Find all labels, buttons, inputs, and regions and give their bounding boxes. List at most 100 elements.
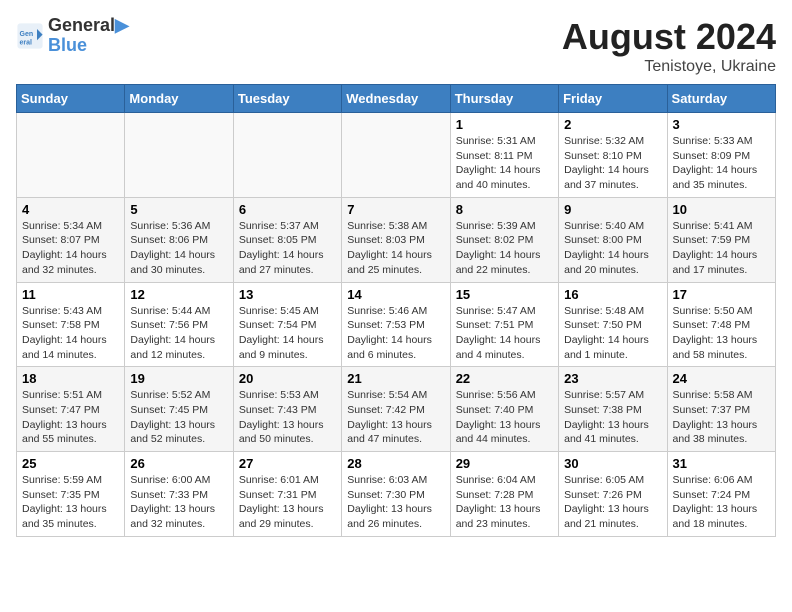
day-info: Sunrise: 6:03 AM Sunset: 7:30 PM Dayligh… [347, 473, 444, 532]
day-cell: 27 Sunrise: 6:01 AM Sunset: 7:31 PM Dayli… [233, 452, 341, 537]
day-info: Sunrise: 5:31 AM Sunset: 8:11 PM Dayligh… [456, 134, 553, 193]
day-info: Sunrise: 5:36 AM Sunset: 8:06 PM Dayligh… [130, 219, 227, 278]
day-number: 7 [347, 202, 444, 217]
day-number: 28 [347, 456, 444, 471]
day-number: 20 [239, 371, 336, 386]
day-number: 10 [673, 202, 770, 217]
day-number: 9 [564, 202, 661, 217]
day-number: 23 [564, 371, 661, 386]
day-cell: 26 Sunrise: 6:00 AM Sunset: 7:33 PM Dayli… [125, 452, 233, 537]
day-cell: 24 Sunrise: 5:58 AM Sunset: 7:37 PM Dayli… [667, 367, 775, 452]
day-cell: 1 Sunrise: 5:31 AM Sunset: 8:11 PM Daylig… [450, 113, 558, 198]
day-info: Sunrise: 6:00 AM Sunset: 7:33 PM Dayligh… [130, 473, 227, 532]
day-number: 4 [22, 202, 119, 217]
day-cell: 4 Sunrise: 5:34 AM Sunset: 8:07 PM Daylig… [17, 197, 125, 282]
day-cell: 5 Sunrise: 5:36 AM Sunset: 8:06 PM Daylig… [125, 197, 233, 282]
day-number: 3 [673, 117, 770, 132]
day-info: Sunrise: 5:50 AM Sunset: 7:48 PM Dayligh… [673, 304, 770, 363]
calendar-title: August 2024 [562, 16, 776, 58]
day-info: Sunrise: 5:56 AM Sunset: 7:40 PM Dayligh… [456, 388, 553, 447]
day-info: Sunrise: 6:04 AM Sunset: 7:28 PM Dayligh… [456, 473, 553, 532]
day-number: 1 [456, 117, 553, 132]
week-row-3: 11Sunrise: 5:43 AM Sunset: 7:58 PM Dayli… [17, 282, 776, 367]
header-tuesday: Tuesday [233, 85, 341, 113]
day-number: 14 [347, 287, 444, 302]
header-sunday: Sunday [17, 85, 125, 113]
header-monday: Monday [125, 85, 233, 113]
day-number: 31 [673, 456, 770, 471]
day-number: 27 [239, 456, 336, 471]
week-row-1: 1 Sunrise: 5:31 AM Sunset: 8:11 PM Daylig… [17, 113, 776, 198]
day-number: 15 [456, 287, 553, 302]
svg-text:eral: eral [20, 39, 33, 46]
day-cell: 22 Sunrise: 5:56 AM Sunset: 7:40 PM Dayli… [450, 367, 558, 452]
day-info: Sunrise: 6:01 AM Sunset: 7:31 PM Dayligh… [239, 473, 336, 532]
day-cell: 8 Sunrise: 5:39 AM Sunset: 8:02 PM Daylig… [450, 197, 558, 282]
day-cell: 18 Sunrise: 5:51 AM Sunset: 7:47 PM Dayli… [17, 367, 125, 452]
title-block: August 2024 Tenistoye, Ukraine [562, 16, 776, 76]
week-row-2: 4 Sunrise: 5:34 AM Sunset: 8:07 PM Daylig… [17, 197, 776, 282]
day-cell: 10 Sunrise: 5:41 AM Sunset: 7:59 PM Dayli… [667, 197, 775, 282]
day-info: Sunrise: 5:38 AM Sunset: 8:03 PM Dayligh… [347, 219, 444, 278]
day-info: Sunrise: 5:47 AM Sunset: 7:51 PM Dayligh… [456, 304, 553, 363]
day-number: 22 [456, 371, 553, 386]
day-cell: 31 Sunrise: 6:06 AM Sunset: 7:24 PM Dayli… [667, 452, 775, 537]
day-cell: 11Sunrise: 5:43 AM Sunset: 7:58 PM Dayli… [17, 282, 125, 367]
day-cell: 7 Sunrise: 5:38 AM Sunset: 8:03 PM Daylig… [342, 197, 450, 282]
week-row-5: 25Sunrise: 5:59 AM Sunset: 7:35 PM Dayli… [17, 452, 776, 537]
calendar-header-row: SundayMondayTuesdayWednesdayThursdayFrid… [17, 85, 776, 113]
day-info: Sunrise: 5:39 AM Sunset: 8:02 PM Dayligh… [456, 219, 553, 278]
day-info: Sunrise: 5:40 AM Sunset: 8:00 PM Dayligh… [564, 219, 661, 278]
day-info: Sunrise: 5:58 AM Sunset: 7:37 PM Dayligh… [673, 388, 770, 447]
day-number: 2 [564, 117, 661, 132]
day-cell [17, 113, 125, 198]
day-info: Sunrise: 5:44 AM Sunset: 7:56 PM Dayligh… [130, 304, 227, 363]
day-number: 5 [130, 202, 227, 217]
day-cell [125, 113, 233, 198]
day-number: 6 [239, 202, 336, 217]
day-number: 18 [22, 371, 119, 386]
day-cell: 9 Sunrise: 5:40 AM Sunset: 8:00 PM Daylig… [559, 197, 667, 282]
logo: Gen eral General▶ Blue [16, 16, 129, 56]
svg-text:Gen: Gen [20, 31, 34, 38]
day-info: Sunrise: 5:33 AM Sunset: 8:09 PM Dayligh… [673, 134, 770, 193]
day-number: 16 [564, 287, 661, 302]
day-number: 19 [130, 371, 227, 386]
day-number: 29 [456, 456, 553, 471]
day-info: Sunrise: 5:34 AM Sunset: 8:07 PM Dayligh… [22, 219, 119, 278]
day-cell: 12Sunrise: 5:44 AM Sunset: 7:56 PM Dayli… [125, 282, 233, 367]
day-info: Sunrise: 5:37 AM Sunset: 8:05 PM Dayligh… [239, 219, 336, 278]
day-cell: 15 Sunrise: 5:47 AM Sunset: 7:51 PM Dayli… [450, 282, 558, 367]
header-friday: Friday [559, 85, 667, 113]
day-info: Sunrise: 6:06 AM Sunset: 7:24 PM Dayligh… [673, 473, 770, 532]
day-info: Sunrise: 5:54 AM Sunset: 7:42 PM Dayligh… [347, 388, 444, 447]
day-info: Sunrise: 5:41 AM Sunset: 7:59 PM Dayligh… [673, 219, 770, 278]
day-cell: 20 Sunrise: 5:53 AM Sunset: 7:43 PM Dayli… [233, 367, 341, 452]
day-cell: 19 Sunrise: 5:52 AM Sunset: 7:45 PM Dayli… [125, 367, 233, 452]
day-number: 8 [456, 202, 553, 217]
day-info: Sunrise: 5:52 AM Sunset: 7:45 PM Dayligh… [130, 388, 227, 447]
day-cell: 13Sunrise: 5:45 AM Sunset: 7:54 PM Dayli… [233, 282, 341, 367]
day-cell: 6 Sunrise: 5:37 AM Sunset: 8:05 PM Daylig… [233, 197, 341, 282]
day-info: Sunrise: 5:53 AM Sunset: 7:43 PM Dayligh… [239, 388, 336, 447]
calendar-table: SundayMondayTuesdayWednesdayThursdayFrid… [16, 84, 776, 537]
day-info: Sunrise: 5:46 AM Sunset: 7:53 PM Dayligh… [347, 304, 444, 363]
calendar-subtitle: Tenistoye, Ukraine [562, 58, 776, 76]
day-info: Sunrise: 5:57 AM Sunset: 7:38 PM Dayligh… [564, 388, 661, 447]
day-info: Sunrise: 5:32 AM Sunset: 8:10 PM Dayligh… [564, 134, 661, 193]
day-cell: 16 Sunrise: 5:48 AM Sunset: 7:50 PM Dayli… [559, 282, 667, 367]
day-number: 26 [130, 456, 227, 471]
day-cell: 23 Sunrise: 5:57 AM Sunset: 7:38 PM Dayli… [559, 367, 667, 452]
day-cell [342, 113, 450, 198]
day-number: 11 [22, 287, 119, 302]
header-wednesday: Wednesday [342, 85, 450, 113]
day-info: Sunrise: 5:51 AM Sunset: 7:47 PM Dayligh… [22, 388, 119, 447]
day-number: 13 [239, 287, 336, 302]
day-cell: 2 Sunrise: 5:32 AM Sunset: 8:10 PM Daylig… [559, 113, 667, 198]
day-number: 24 [673, 371, 770, 386]
day-cell [233, 113, 341, 198]
logo-text: General▶ Blue [48, 16, 129, 56]
day-cell: 25Sunrise: 5:59 AM Sunset: 7:35 PM Dayli… [17, 452, 125, 537]
day-info: Sunrise: 5:48 AM Sunset: 7:50 PM Dayligh… [564, 304, 661, 363]
header-thursday: Thursday [450, 85, 558, 113]
